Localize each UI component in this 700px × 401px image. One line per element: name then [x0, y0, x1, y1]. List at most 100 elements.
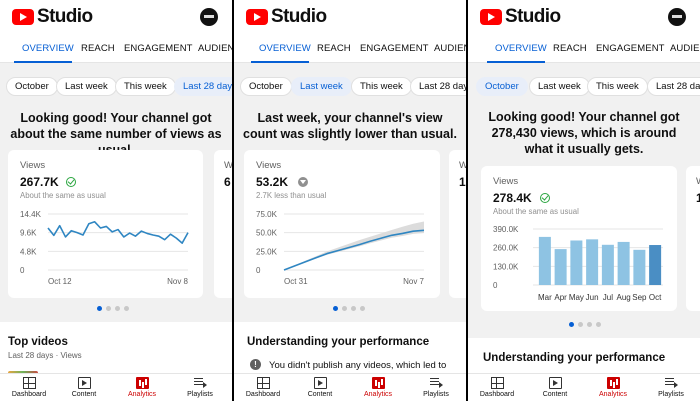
- tab-engagement[interactable]: ENGAGEMENT: [360, 43, 429, 54]
- y-tick-label: 4.8K: [20, 247, 37, 256]
- playlists-icon: [193, 377, 207, 389]
- youtube-logo-icon: [480, 9, 502, 25]
- tab-engagement[interactable]: ENGAGEMENT: [124, 43, 193, 54]
- nav-dashboard[interactable]: Dashboard: [0, 376, 58, 398]
- views-card[interactable]: Views 278.4K About the same as usual 390…: [481, 166, 677, 311]
- x-tick-label: Apr: [554, 293, 567, 302]
- bar: [649, 245, 662, 285]
- tab-overview[interactable]: OVERVIEW: [22, 43, 74, 54]
- views-card[interactable]: Views 53.2K 2.7K less than usual 75.0K 50…: [244, 150, 440, 298]
- nav-dashboard[interactable]: Dashboard: [234, 376, 292, 398]
- carousel-dot[interactable]: [97, 306, 102, 311]
- next-card-peek[interactable]: W 1: [449, 150, 466, 298]
- carousel-dot[interactable]: [569, 322, 574, 327]
- chip-october[interactable]: October: [6, 77, 58, 96]
- nav-label: Playlists: [423, 391, 449, 398]
- carousel-dot[interactable]: [333, 306, 338, 311]
- tab-reach[interactable]: REACH: [553, 43, 587, 54]
- peek-value: 6: [224, 175, 231, 189]
- info-text: You didn't publish any videos, which led…: [269, 360, 447, 371]
- tab-overview[interactable]: OVERVIEW: [495, 43, 547, 54]
- screen-panel-1: Studio OVERVIEW REACH ENGAGEMENT AUDIENC…: [0, 0, 232, 401]
- next-card-peek[interactable]: W 1: [686, 166, 700, 311]
- chip-this-week[interactable]: This week: [587, 77, 648, 96]
- chip-this-week[interactable]: This week: [351, 77, 412, 96]
- tab-audience[interactable]: AUDIENCE: [670, 43, 700, 54]
- nav-content[interactable]: Content: [526, 376, 584, 398]
- carousel-dot[interactable]: [342, 306, 347, 311]
- app-title: Studio: [271, 6, 327, 27]
- carousel-dot[interactable]: [124, 306, 129, 311]
- screen-panel-3: Studio OVERVIEW REACH ENGAGEMENT AUDIENC…: [468, 0, 700, 401]
- views-card[interactable]: Views 267.7K About the same as usual 14.…: [8, 150, 203, 298]
- chip-last-week[interactable]: Last week: [529, 77, 590, 96]
- x-tick-label: Oct: [649, 293, 662, 302]
- section-title: Top videos: [8, 336, 68, 348]
- nav-playlists[interactable]: Playlists: [171, 376, 229, 398]
- nav-analytics[interactable]: Analytics: [584, 376, 642, 398]
- y-tick-label: 0: [256, 266, 261, 275]
- carousel-dots: [569, 322, 609, 328]
- chip-last-week[interactable]: Last week: [56, 77, 117, 96]
- tab-reach[interactable]: REACH: [81, 43, 115, 54]
- peek-label: W: [459, 160, 466, 171]
- peek-label: W: [224, 160, 232, 171]
- tab-bar: OVERVIEW REACH ENGAGEMENT AUDIENCE: [234, 36, 466, 63]
- tab-indicator: [14, 61, 72, 63]
- nav-dashboard[interactable]: Dashboard: [468, 376, 526, 398]
- chip-this-week[interactable]: This week: [115, 77, 176, 96]
- youtube-logo-icon: [12, 9, 34, 25]
- tab-engagement[interactable]: ENGAGEMENT: [596, 43, 665, 54]
- app-title: Studio: [37, 6, 93, 27]
- nav-analytics[interactable]: Analytics: [349, 376, 407, 398]
- y-tick-label: 130.0K: [493, 262, 519, 271]
- nav-playlists[interactable]: Playlists: [407, 376, 465, 398]
- x-tick-label: Jul: [603, 293, 613, 302]
- content-icon: [313, 377, 327, 389]
- y-tick-label: 0: [20, 266, 25, 275]
- section-subtitle: Last 28 days · Views: [8, 351, 82, 360]
- chip-last-28-days[interactable]: Last 28 days: [647, 77, 700, 96]
- carousel-dot[interactable]: [587, 322, 592, 327]
- tab-audience[interactable]: AUDIENCE: [198, 43, 232, 54]
- nav-playlists[interactable]: Playlists: [642, 376, 700, 398]
- y-tick-label: 14.4K: [20, 210, 42, 219]
- playlists-icon: [664, 377, 678, 389]
- chip-last-28-days[interactable]: Last 28 days: [410, 77, 466, 96]
- avatar[interactable]: [200, 8, 218, 26]
- y-tick-label: 50.0K: [256, 229, 278, 238]
- nav-label: Playlists: [187, 391, 213, 398]
- carousel-dot[interactable]: [106, 306, 111, 311]
- chip-october[interactable]: October: [476, 77, 528, 96]
- nav-label: Content: [307, 391, 333, 398]
- section-title: Understanding your performance: [247, 336, 430, 348]
- y-tick-label: 75.0K: [256, 210, 278, 219]
- carousel-dot[interactable]: [360, 306, 365, 311]
- nav-content[interactable]: Content: [55, 376, 113, 398]
- tab-audience[interactable]: AUDIENCE: [434, 43, 466, 54]
- next-card-peek[interactable]: W 6: [214, 150, 232, 298]
- carousel-dot[interactable]: [578, 322, 583, 327]
- dashboard-icon: [490, 377, 504, 389]
- carousel-dot[interactable]: [351, 306, 356, 311]
- screen-panel-2: Studio OVERVIEW REACH ENGAGEMENT AUDIENC…: [234, 0, 466, 401]
- bar: [601, 244, 614, 285]
- carousel-dot[interactable]: [596, 322, 601, 327]
- bar: [538, 236, 551, 285]
- insight-headline: Last week, your channel's view count was…: [243, 111, 457, 141]
- chip-last-28-days[interactable]: Last 28 days: [174, 77, 232, 96]
- chip-last-week[interactable]: Last week: [291, 77, 352, 96]
- nav-label: Content: [71, 391, 97, 398]
- tab-reach[interactable]: REACH: [317, 43, 351, 54]
- avatar[interactable]: [668, 8, 686, 26]
- nav-label: Dashboard: [11, 391, 47, 398]
- x-tick-label: May: [569, 293, 584, 302]
- carousel-dot[interactable]: [115, 306, 120, 311]
- chip-october[interactable]: October: [240, 77, 292, 96]
- nav-analytics[interactable]: Analytics: [113, 376, 171, 398]
- tab-overview[interactable]: OVERVIEW: [259, 43, 311, 54]
- x-tick-label: Mar: [538, 293, 552, 302]
- analytics-icon: [135, 377, 149, 389]
- x-tick-label: Jun: [586, 293, 599, 302]
- nav-content[interactable]: Content: [291, 376, 349, 398]
